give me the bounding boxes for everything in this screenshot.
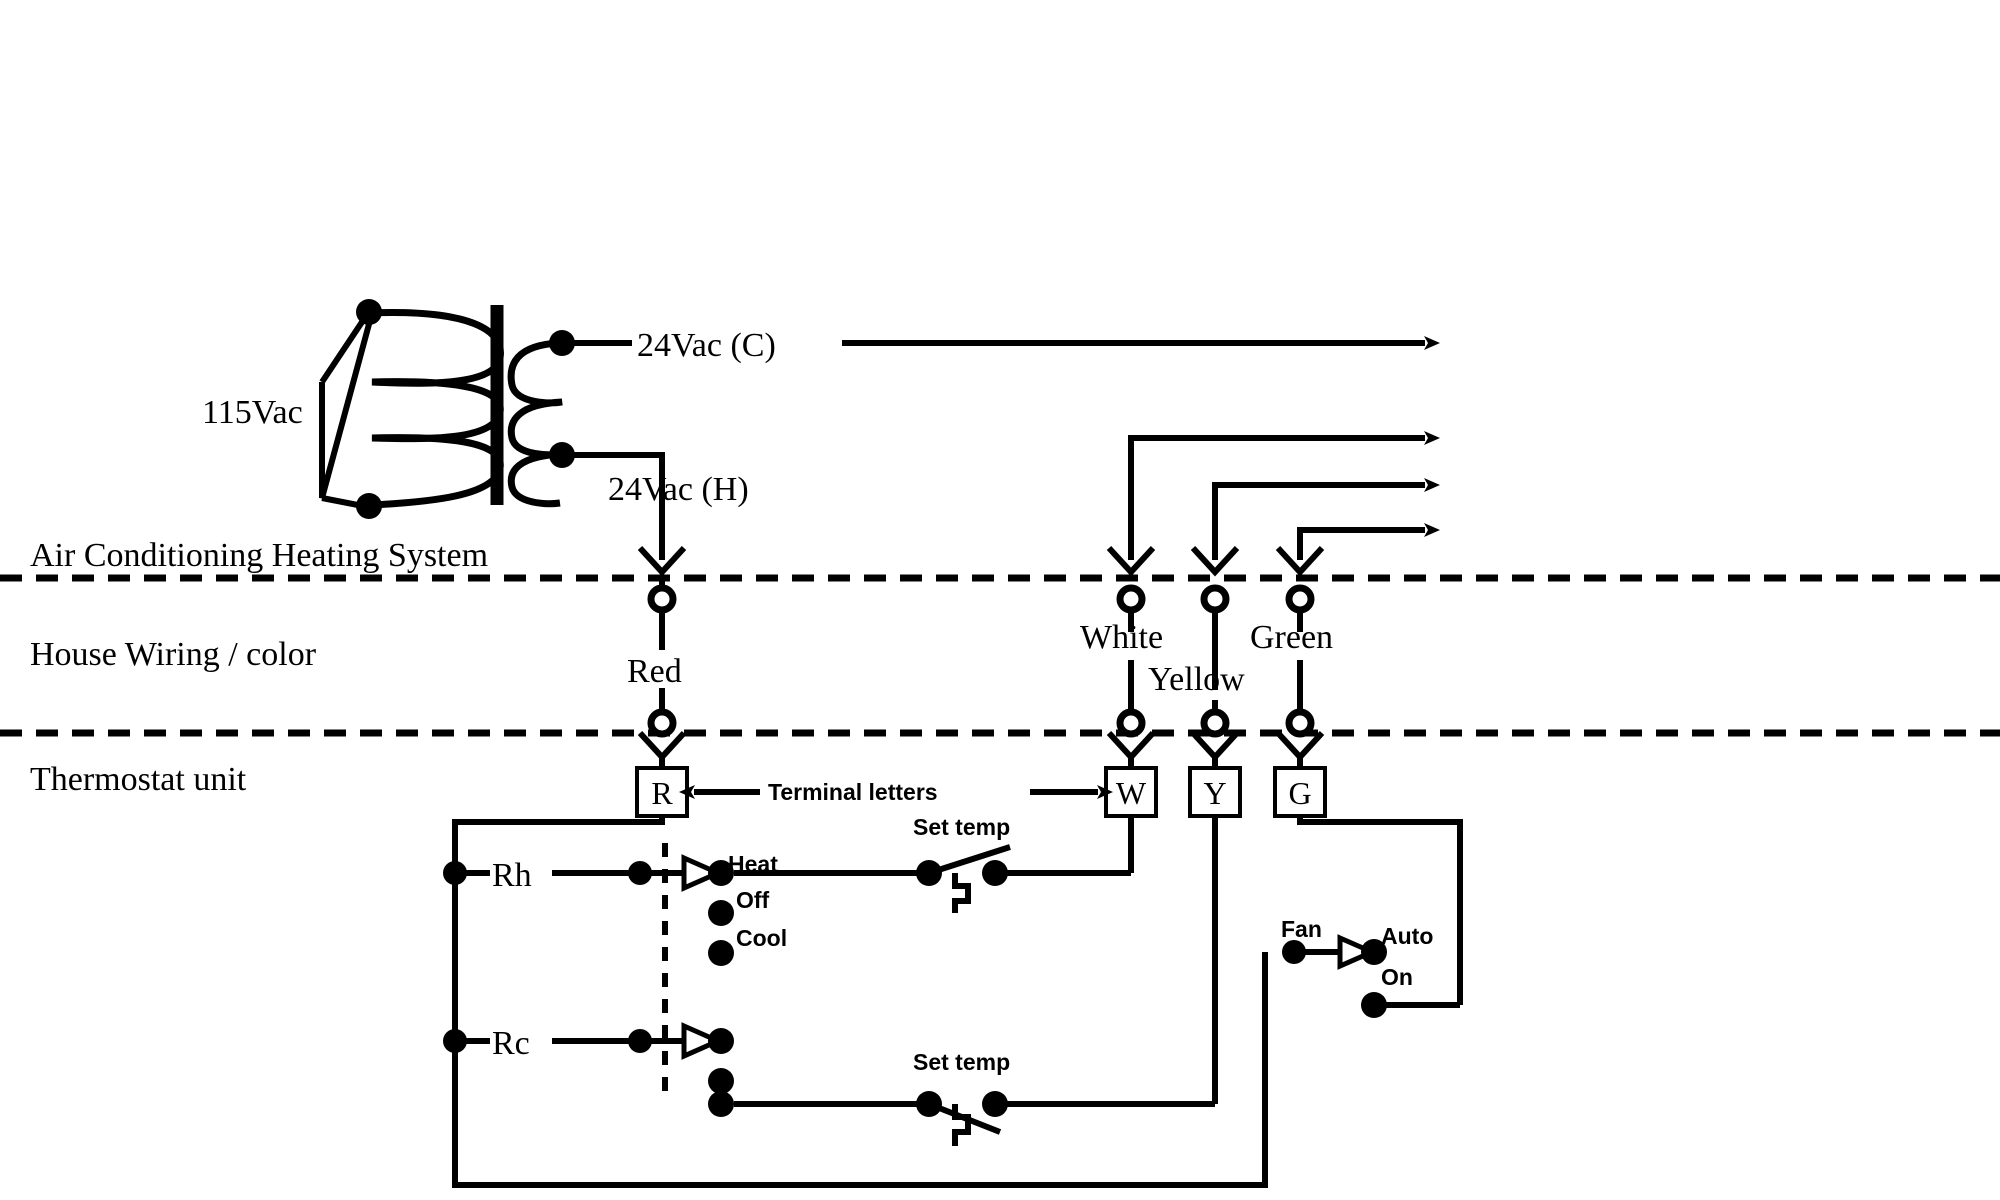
label-wire-green: Green	[1250, 619, 1333, 656]
terminal-letter-g: G	[1288, 775, 1311, 811]
mode2-contact-top[interactable]	[708, 1028, 734, 1054]
fan-label-auto: Auto	[1381, 923, 1433, 949]
connector-lower-green	[1275, 708, 1325, 768]
label-24vac-h: 24Vac (H)	[608, 471, 749, 508]
terminal-g[interactable]: G	[1273, 766, 1327, 818]
label-115vac: 115Vac	[202, 394, 303, 431]
mode2-contact-mid[interactable]	[708, 1068, 734, 1094]
set-temp-heat-bimetal	[952, 873, 971, 913]
set-temp-heat-contact[interactable]	[982, 860, 1008, 886]
terminal-r[interactable]: R	[635, 766, 689, 818]
terminal-letters-annotation: Terminal letters	[679, 779, 1113, 805]
mode-label-off: Off	[736, 887, 770, 913]
mode-contact-cool[interactable]	[708, 940, 734, 966]
g-circuit	[1297, 816, 1463, 1005]
set-temp-heat-label: Set temp	[913, 814, 1010, 840]
connector-lower-red	[637, 708, 687, 768]
fan-switch[interactable]	[1282, 934, 1460, 1018]
label-rc: Rc	[492, 1025, 530, 1062]
connector-lower-yellow	[1190, 708, 1240, 768]
mode-switch-heat-deck[interactable]	[681, 854, 734, 966]
wiring-diagram-svg: Air Conditioning Heating System House Wi…	[0, 299, 2000, 1188]
transformer-primary-dot-top	[356, 299, 382, 325]
set-temp-cool-label: Set temp	[913, 1049, 1010, 1075]
terminal-letter-y: Y	[1203, 775, 1226, 811]
terminal-w[interactable]: W	[1104, 766, 1158, 818]
connector-upper-red	[637, 545, 687, 650]
label-wire-white: White	[1080, 619, 1163, 656]
terminal-letter-r: R	[651, 775, 673, 811]
terminal-letter-w: W	[1116, 775, 1147, 811]
label-wire-yellow: Yellow	[1148, 661, 1245, 698]
transformer-primary-dot-bottom	[356, 493, 382, 519]
terminal-y[interactable]: Y	[1188, 766, 1242, 818]
mode-label-cool: Cool	[736, 925, 787, 951]
connector-lower-white	[1106, 708, 1156, 768]
wiring-diagram-canvas: Air Conditioning Heating System House Wi…	[0, 0, 2000, 1200]
rh-branch	[443, 861, 712, 885]
cool-circuit	[734, 816, 1218, 1146]
label-24vac-c: 24Vac (C)	[637, 327, 776, 364]
rc-contact-dot	[628, 1029, 652, 1053]
set-temp-cool-bimetal	[952, 1104, 971, 1146]
label-wire-red: Red	[627, 653, 682, 690]
transformer	[319, 299, 575, 519]
fan-label-on: On	[1381, 964, 1413, 990]
mode-contact-off[interactable]	[708, 900, 734, 926]
rc-branch	[443, 1029, 712, 1053]
label-rh: Rh	[492, 857, 532, 894]
zone-label-house-wiring: House Wiring / color	[30, 636, 317, 673]
mode-switch-cool-deck[interactable]	[681, 1022, 734, 1117]
fan-label: Fan	[1281, 916, 1322, 942]
system-output-arrows	[1128, 431, 1440, 560]
zone-label-thermostat: Thermostat unit	[30, 761, 247, 798]
mode2-contact-bottom[interactable]	[708, 1091, 734, 1117]
zone-label-system: Air Conditioning Heating System	[30, 537, 488, 574]
set-temp-cool-contact[interactable]	[982, 1091, 1008, 1117]
rh-contact-dot	[628, 861, 652, 885]
terminal-letters-text: Terminal letters	[768, 779, 938, 805]
